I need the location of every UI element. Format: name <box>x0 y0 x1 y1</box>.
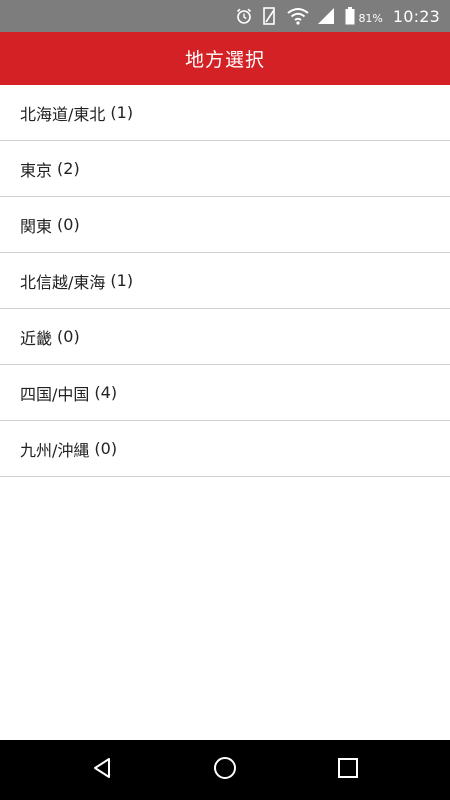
region-count: (4) <box>94 383 118 402</box>
back-button[interactable] <box>77 745 127 795</box>
region-label: 関東 <box>20 216 53 236</box>
region-count: (0) <box>57 215 80 234</box>
region-label: 北海道/東北 <box>20 104 106 124</box>
region-item-kinki[interactable]: 近畿 (0) <box>0 309 450 365</box>
region-count: (0) <box>94 439 118 458</box>
region-label: 九州/沖縄 <box>20 440 90 460</box>
battery-percent: 81% <box>358 11 383 25</box>
app-toolbar: 地方選択 <box>0 32 450 85</box>
region-count: (2) <box>57 159 80 178</box>
region-item-kanto[interactable]: 関東 (0) <box>0 197 450 253</box>
home-button[interactable] <box>200 745 250 795</box>
wifi-icon <box>287 7 310 25</box>
region-label: 北信越/東海 <box>20 272 106 292</box>
page-title: 地方選択 <box>184 49 265 71</box>
region-count: (1) <box>110 271 134 290</box>
region-label: 近畿 <box>20 328 53 348</box>
recents-button[interactable] <box>323 745 373 795</box>
region-item-shikoku-chugoku[interactable]: 四国/中国 (4) <box>0 365 450 421</box>
alarm-icon <box>235 7 253 25</box>
home-icon <box>212 755 238 785</box>
back-icon <box>90 756 114 784</box>
region-item-hokushinetsu-tokai[interactable]: 北信越/東海 (1) <box>0 253 450 309</box>
status-bar: 81% 10:23 <box>0 0 450 32</box>
region-item-tokyo[interactable]: 東京 (2) <box>0 141 450 197</box>
recents-icon <box>337 757 359 783</box>
region-item-hokkaido-tohoku[interactable]: 北海道/東北 (1) <box>0 85 450 141</box>
region-label: 東京 <box>20 160 53 180</box>
navigation-bar <box>0 740 450 800</box>
region-label: 四国/中国 <box>20 384 90 404</box>
region-count: (0) <box>57 327 80 346</box>
battery-icon <box>345 7 355 25</box>
region-list: 北海道/東北 (1) 東京 (2) 関東 (0) 北信越/東海 (1) 近畿 (… <box>0 85 450 477</box>
battery-saver-icon <box>261 6 279 26</box>
region-count: (1) <box>110 103 134 122</box>
signal-icon <box>317 7 335 25</box>
clock: 10:23 <box>392 6 440 26</box>
region-item-kyushu-okinawa[interactable]: 九州/沖縄 (0) <box>0 421 450 477</box>
